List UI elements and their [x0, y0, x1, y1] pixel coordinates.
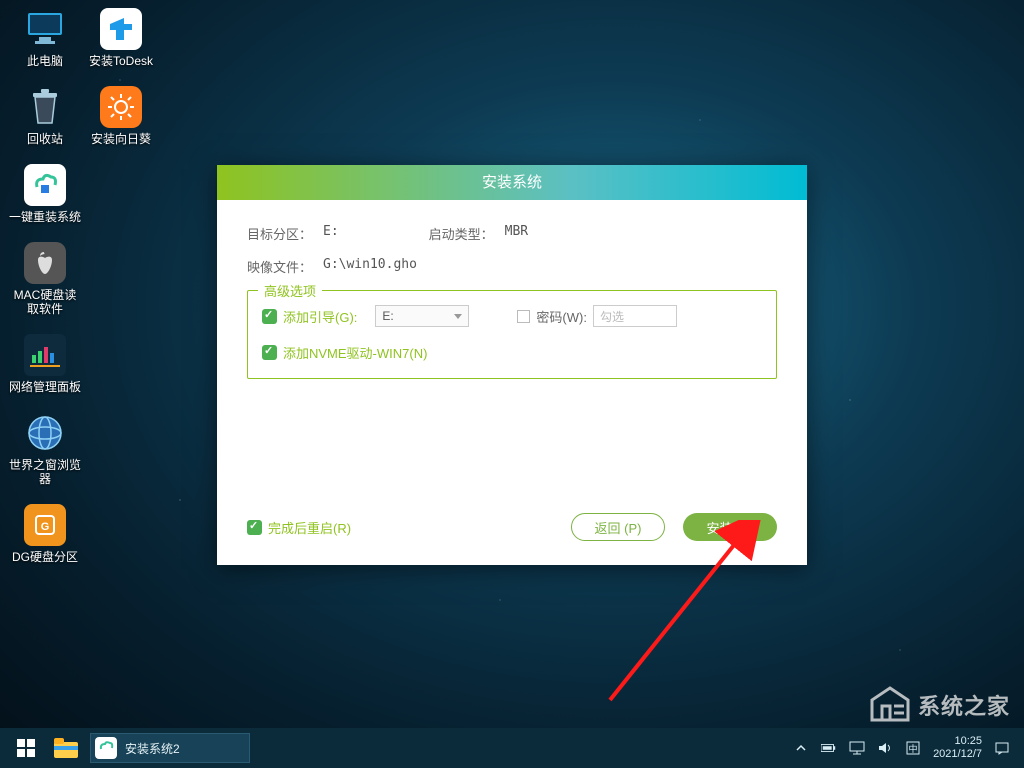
start-button[interactable]: [6, 728, 46, 768]
tray-chevron-icon[interactable]: [793, 740, 809, 756]
tray-notifications-icon[interactable]: [994, 740, 1010, 756]
desktop-icon-dg-partition[interactable]: G DG硬盘分区: [8, 504, 82, 564]
nvme-checkbox[interactable]: [262, 345, 277, 360]
tray-volume-icon[interactable]: [877, 740, 893, 756]
tray-clock[interactable]: 10:25 2021/12/7: [933, 735, 982, 761]
tray-network-icon[interactable]: [849, 740, 865, 756]
desktop: 此电脑 回收站 一键重装系统 MAC硬盘读 取软件 网络管理面板 世界之窗浏览 …: [8, 8, 158, 582]
boot-type-label: 启动类型：: [429, 224, 505, 243]
install-dialog: 安装系统 目标分区： E: 启动类型： MBR 映像文件： G:\win10.g…: [217, 165, 807, 565]
password-label: 密码(W):: [536, 307, 587, 326]
svg-text:G: G: [41, 521, 50, 533]
desktop-icon-this-pc[interactable]: 此电脑: [8, 8, 82, 68]
tray-battery-icon[interactable]: [821, 740, 837, 756]
desktop-icon-label: 世界之窗浏览 器: [8, 458, 82, 486]
watermark: 系统之家: [868, 686, 1010, 724]
taskbar-explorer-icon[interactable]: [46, 728, 86, 768]
desktop-icon-label: 一键重装系统: [8, 210, 82, 224]
add-boot-checkbox[interactable]: [262, 309, 277, 324]
desktop-icon-todesk[interactable]: 安装ToDesk: [84, 8, 158, 68]
desktop-icon-network-panel[interactable]: 网络管理面板: [8, 334, 82, 394]
password-input[interactable]: 勾选: [593, 305, 677, 327]
system-tray: 中 10:25 2021/12/7: [793, 735, 1018, 761]
advanced-legend: 高级选项: [258, 281, 322, 300]
nvme-label: 添加NVME驱动-WIN7(N): [283, 343, 427, 362]
desktop-icon-label: DG硬盘分区: [8, 550, 82, 564]
target-partition-value: E:: [323, 224, 339, 243]
image-file-value: G:\win10.gho: [323, 257, 417, 276]
desktop-icon-label: 此电脑: [8, 54, 82, 68]
target-partition-label: 目标分区：: [247, 224, 323, 243]
restart-label: 完成后重启(R): [268, 518, 351, 537]
install-button[interactable]: 安装 (S): [683, 513, 777, 541]
boot-type-value: MBR: [505, 224, 528, 243]
taskbar: 安装系统2 中 10:25 2021/12/7: [0, 728, 1024, 768]
taskbar-app-icon: [95, 737, 117, 759]
taskbar-app-install[interactable]: 安装系统2: [90, 733, 250, 763]
desktop-icon-recycle-bin[interactable]: 回收站: [8, 86, 82, 146]
desktop-icon-label: 网络管理面板: [8, 380, 82, 394]
svg-text:中: 中: [909, 743, 918, 754]
desktop-icon-label: 安装向日葵: [84, 132, 158, 146]
restart-checkbox[interactable]: [247, 520, 262, 535]
desktop-icon-reinstall[interactable]: 一键重装系统: [8, 164, 82, 224]
taskbar-app-label: 安装系统2: [125, 740, 180, 757]
back-button[interactable]: 返回 (P): [571, 513, 665, 541]
desktop-icon-browser[interactable]: 世界之窗浏览 器: [8, 412, 82, 486]
desktop-icon-label: 回收站: [8, 132, 82, 146]
advanced-options-group: 高级选项 添加引导(G): E: 密码(W): 勾选 添加NVME驱动-WIN7…: [247, 290, 777, 379]
image-file-label: 映像文件：: [247, 257, 323, 276]
desktop-icon-label: MAC硬盘读 取软件: [8, 288, 82, 316]
dialog-title: 安装系统: [217, 165, 807, 200]
desktop-icon-label: 安装ToDesk: [84, 54, 158, 68]
chevron-down-icon: [454, 314, 462, 319]
password-checkbox[interactable]: [517, 310, 530, 323]
add-boot-select[interactable]: E:: [375, 305, 469, 327]
desktop-icon-mac-disk[interactable]: MAC硬盘读 取软件: [8, 242, 82, 316]
add-boot-label: 添加引导(G):: [283, 307, 357, 326]
add-boot-select-value: E:: [382, 309, 393, 323]
tray-ime-icon[interactable]: 中: [905, 740, 921, 756]
desktop-icon-sunlogin[interactable]: 安装向日葵: [84, 86, 158, 146]
